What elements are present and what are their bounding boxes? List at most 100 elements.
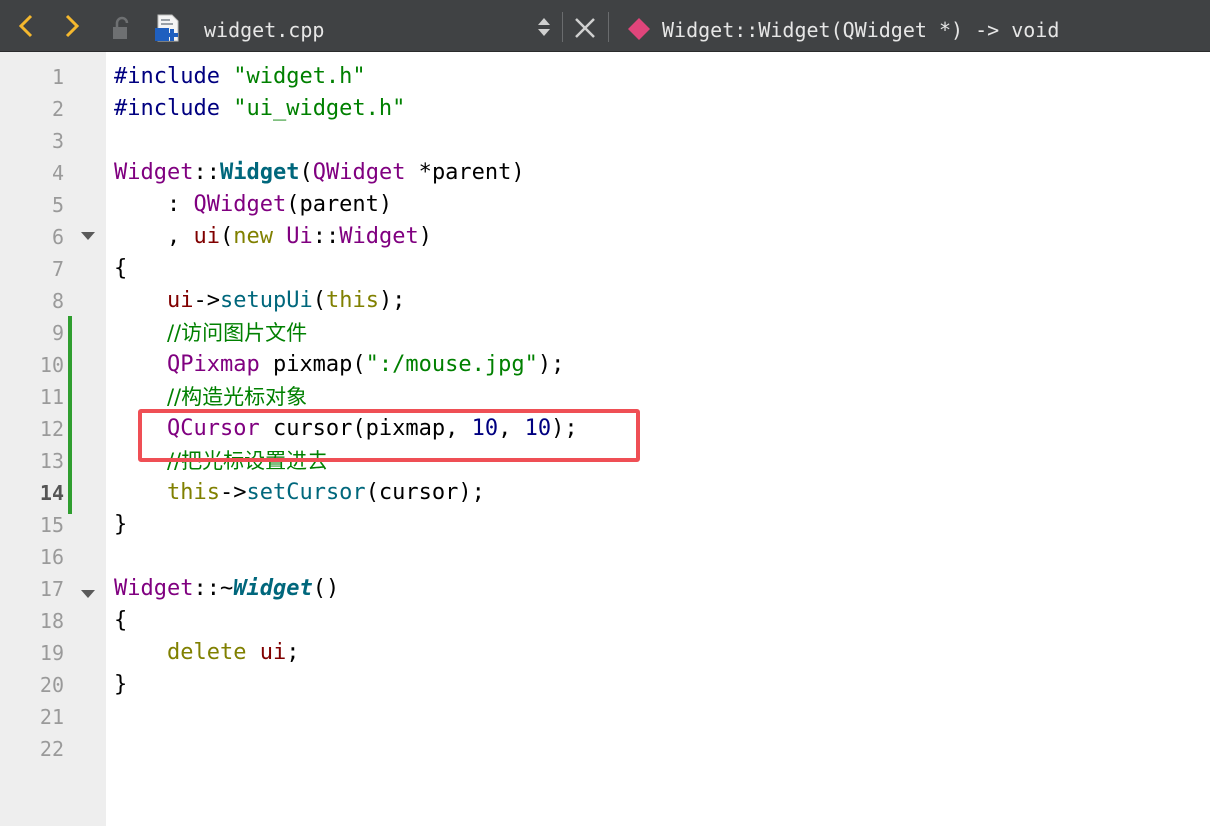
back-button[interactable] xyxy=(10,10,42,42)
code-token: Widget xyxy=(114,576,194,601)
code-token: } xyxy=(114,512,128,537)
line-number: 13 xyxy=(39,449,64,473)
code-token: ) xyxy=(418,224,432,249)
code-token: ui xyxy=(193,224,220,249)
line-number: 6 xyxy=(51,225,64,249)
line-number: 10 xyxy=(39,353,64,377)
code-line[interactable]: delete ui; xyxy=(114,637,299,669)
code-token: ui xyxy=(166,288,194,313)
code-line[interactable]: { xyxy=(114,253,127,285)
code-line[interactable]: //访问图片文件 xyxy=(114,317,307,349)
line-number: 22 xyxy=(39,737,64,761)
code-line[interactable]: #include "ui_widget.h" xyxy=(114,93,405,125)
code-token: ) xyxy=(511,160,525,185)
code-line[interactable]: } xyxy=(114,669,127,701)
line-number: 3 xyxy=(51,129,64,153)
code-line[interactable]: Widget::~Widget() xyxy=(114,573,339,605)
code-line[interactable]: Widget::Widget(QWidget *parent) xyxy=(114,157,525,189)
close-file-button[interactable] xyxy=(572,15,598,41)
code-token: () xyxy=(312,576,340,601)
code-token: , xyxy=(114,224,194,249)
code-line[interactable]: QPixmap pixmap(":/mouse.jpg"); xyxy=(114,349,564,381)
code-line[interactable]: : QWidget(parent) xyxy=(114,189,392,221)
code-token: "widget.h" xyxy=(233,64,366,89)
code-token: } xyxy=(114,672,128,697)
file-name-label[interactable]: widget.cpp xyxy=(204,0,324,52)
line-number: 4 xyxy=(51,161,64,185)
toolbar-separator xyxy=(562,12,563,42)
code-token: Ui xyxy=(286,224,313,249)
code-token: QPixmap xyxy=(166,352,260,377)
line-number: 12 xyxy=(39,417,64,441)
line-number: 2 xyxy=(51,97,64,121)
current-symbol-selector[interactable]: Widget::Widget(QWidget *) -> void xyxy=(662,0,1059,52)
line-number: 7 xyxy=(51,257,64,281)
code-token: ); xyxy=(378,288,406,313)
code-token: :: xyxy=(312,224,340,249)
code-line[interactable]: , ui(new Ui::Widget) xyxy=(114,221,432,253)
line-number: 20 xyxy=(39,673,64,697)
code-token: delete xyxy=(166,640,260,665)
code-line[interactable]: } xyxy=(114,509,127,541)
method-icon xyxy=(626,16,652,42)
highlight-annotation xyxy=(138,409,640,462)
line-number-gutter: 1 2 3 4 5 6 7 8 9 10 11 12 13 14 15 16 17 18 19 20 21 22 xyxy=(0,52,106,826)
code-token: //访问图片文件 xyxy=(166,321,308,345)
code-token: pixmap( xyxy=(259,352,366,377)
line-number: 16 xyxy=(39,545,64,569)
code-token: this xyxy=(166,480,220,505)
fold-arrow-icon[interactable] xyxy=(81,590,95,598)
code-token: * xyxy=(405,160,432,185)
line-number: 9 xyxy=(51,321,64,345)
code-token: ); xyxy=(537,352,565,377)
line-number: 18 xyxy=(39,609,64,633)
code-token: Widget xyxy=(233,576,313,601)
code-token: Widget xyxy=(114,160,194,185)
code-line[interactable]: this->setCursor(cursor); xyxy=(114,477,485,509)
code-token: (parent) xyxy=(286,192,393,217)
unlock-icon[interactable] xyxy=(110,16,134,42)
cpp-file-icon xyxy=(154,13,182,43)
toolbar-separator xyxy=(608,12,609,42)
line-number: 21 xyxy=(39,705,64,729)
code-token: parent xyxy=(431,160,512,185)
code-token: (cursor); xyxy=(365,480,485,505)
code-token: ":/mouse.jpg" xyxy=(365,352,538,377)
line-number: 5 xyxy=(51,193,64,217)
code-token: { xyxy=(114,608,128,633)
code-token: :: xyxy=(193,160,220,185)
line-number: 17 xyxy=(39,577,64,601)
line-number: 8 xyxy=(51,289,64,313)
code-token: this xyxy=(325,288,379,313)
line-number: 19 xyxy=(39,641,64,665)
editor-toolbar: widget.cpp Widget::Widget(QWidget *) -> … xyxy=(0,0,1210,52)
file-selector-arrows-icon[interactable] xyxy=(534,14,554,40)
code-token: #include xyxy=(114,64,234,89)
code-token: setCursor xyxy=(246,480,366,505)
code-token: new xyxy=(233,224,287,249)
chevron-left-icon xyxy=(18,14,33,38)
line-number: 14 xyxy=(39,481,64,505)
code-token: ( xyxy=(312,288,326,313)
code-token: ui xyxy=(259,640,287,665)
code-token: //构造光标对象 xyxy=(166,385,308,409)
code-token: ::~ xyxy=(193,576,234,601)
code-token: -> xyxy=(219,480,247,505)
code-line[interactable]: ui->setupUi(this); xyxy=(114,285,405,317)
code-line[interactable]: #include "widget.h" xyxy=(114,61,366,93)
line-number: 1 xyxy=(51,65,64,89)
change-marker xyxy=(68,316,72,514)
code-line[interactable]: { xyxy=(114,605,127,637)
code-token: { xyxy=(114,256,128,281)
code-token: ( xyxy=(219,224,234,249)
code-token: -> xyxy=(193,288,220,313)
forward-button[interactable] xyxy=(56,10,88,42)
code-token: QWidget xyxy=(312,160,406,185)
fold-arrow-icon[interactable] xyxy=(81,232,95,240)
code-token: Widget xyxy=(219,160,300,185)
